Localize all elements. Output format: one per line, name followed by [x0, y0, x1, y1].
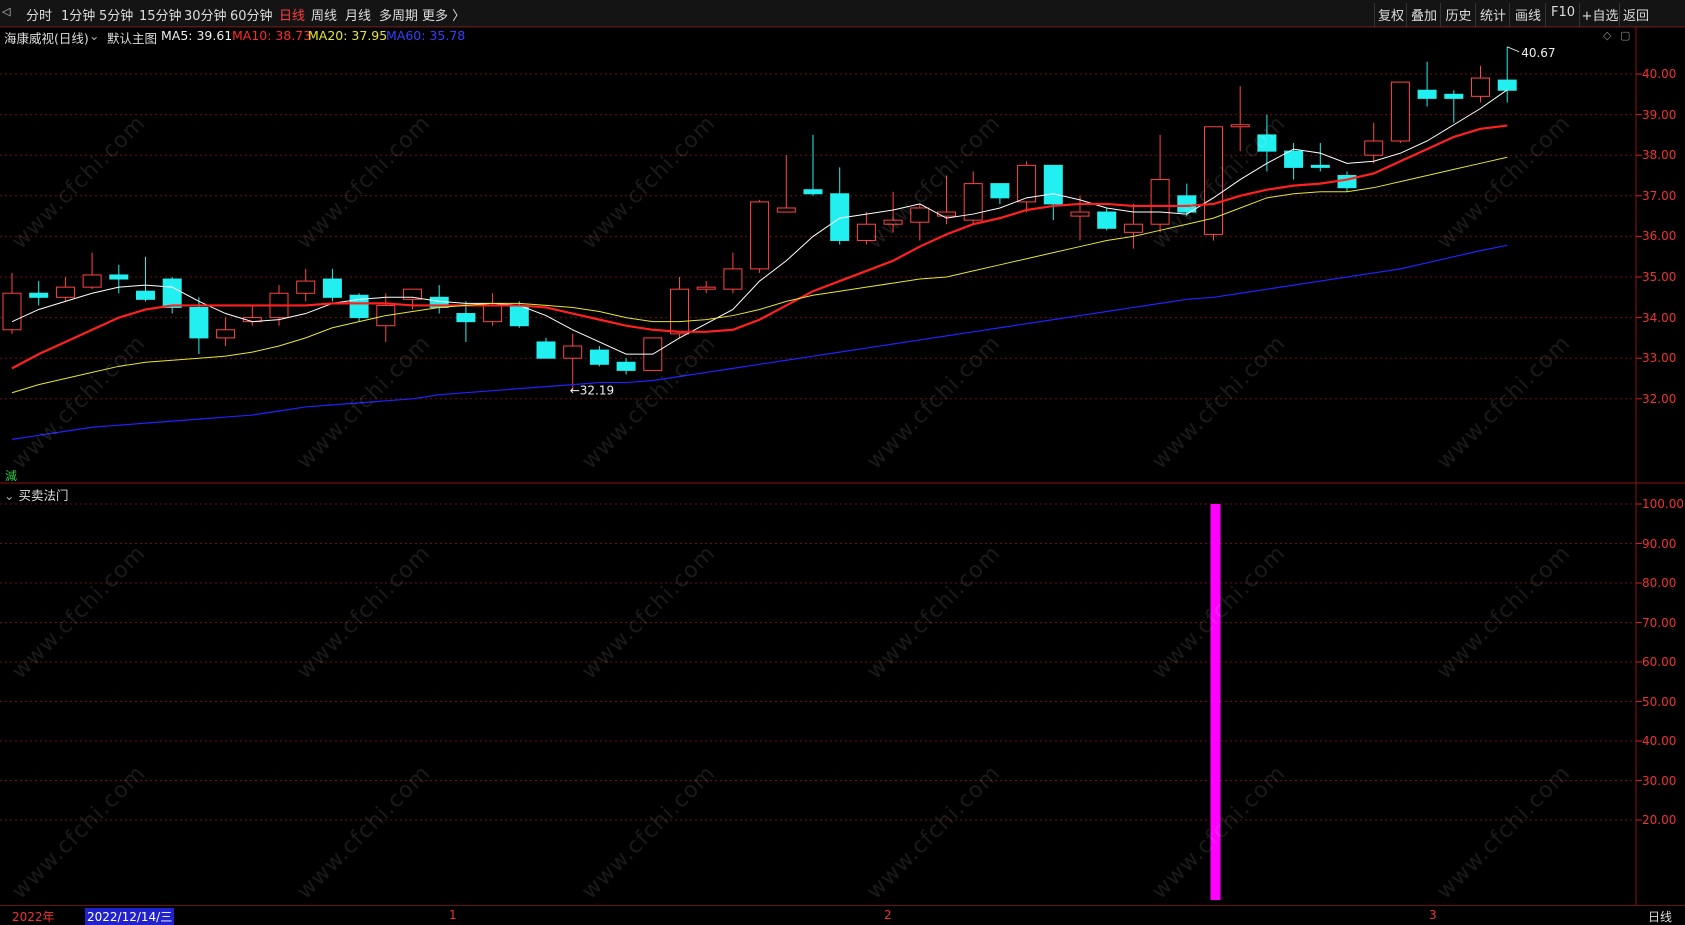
stock-chart[interactable]: 40.67 ←32.19	[0, 0, 1685, 923]
candle-body	[82, 274, 102, 288]
indicator-tick: 50.00	[1642, 694, 1677, 709]
candle-body	[55, 286, 75, 298]
price-tick: 37.00	[1642, 188, 1677, 203]
candle-body	[883, 219, 903, 225]
candle-body	[723, 268, 743, 290]
candle-body	[803, 189, 823, 195]
price-tick: 32.00	[1642, 391, 1677, 406]
month-label-3: 3	[1429, 908, 1437, 922]
candle-body	[1390, 81, 1410, 142]
month-label-2: 2	[884, 908, 892, 922]
candle-body	[322, 278, 342, 298]
candle-body	[1177, 195, 1197, 213]
candle-body	[910, 207, 930, 223]
high-price-label: 40.67	[1521, 46, 1555, 60]
candle-body	[990, 183, 1010, 199]
candle-body	[136, 290, 155, 300]
candle-body	[109, 274, 129, 280]
price-tick: 39.00	[1642, 107, 1677, 122]
price-tick: 33.00	[1642, 351, 1677, 366]
period-label[interactable]: 日线	[1648, 908, 1672, 925]
month-label-1: 1	[449, 908, 457, 922]
candle-body	[1097, 211, 1117, 229]
year-label: 2022年	[12, 910, 55, 924]
high-marker	[1507, 46, 1520, 53]
indicator-tick: 80.00	[1642, 576, 1677, 590]
candle-body	[162, 278, 182, 308]
candle-body	[1364, 140, 1384, 156]
candle-body	[856, 223, 876, 241]
candle-body	[189, 306, 209, 339]
candle-body	[937, 211, 956, 217]
price-tick: 40.00	[1642, 67, 1677, 81]
ma-line-ma60	[11, 244, 1508, 440]
candle-body	[296, 280, 316, 294]
price-tick: 35.00	[1642, 270, 1677, 284]
candle-body	[456, 313, 476, 323]
candle-body	[1043, 164, 1063, 205]
indicator-tick: 30.00	[1642, 773, 1677, 788]
price-tick: 34.00	[1642, 310, 1677, 325]
candle-body	[1284, 150, 1304, 168]
candle-body	[670, 288, 689, 335]
candle-body	[509, 304, 529, 327]
candle-body	[1497, 79, 1517, 91]
candle-body	[2, 292, 22, 331]
ma-line-ma20	[11, 156, 1508, 394]
price-tick: 38.00	[1642, 148, 1677, 163]
candle-body	[1417, 89, 1437, 99]
candle-body	[563, 345, 583, 359]
candle-body	[1310, 164, 1330, 168]
indicator-tick: 70.00	[1642, 615, 1677, 630]
signal-bar	[1210, 504, 1221, 900]
indicator-tick: 40.00	[1642, 734, 1677, 748]
candle-body	[616, 361, 636, 371]
candle-body	[1444, 93, 1464, 99]
candle-body	[483, 304, 503, 323]
indicator-tick: 90.00	[1642, 536, 1677, 551]
candle-body	[1070, 211, 1090, 217]
indicator-tick: 60.00	[1642, 655, 1677, 669]
candle-body	[1471, 77, 1490, 97]
low-price-label: ←32.19	[570, 384, 614, 398]
candle-body	[1123, 223, 1143, 233]
cursor-date: 2022/12/14/三	[85, 908, 175, 925]
candle-body	[589, 349, 609, 365]
candle-body	[1150, 179, 1170, 225]
candle-body	[696, 286, 716, 290]
candle-body	[750, 201, 770, 270]
candle-body	[1230, 124, 1250, 128]
candle-body	[29, 292, 49, 298]
candle-body	[1257, 134, 1277, 152]
indicator-tick: 100.00	[1642, 497, 1684, 511]
date-axis: 2022年 2022/12/14/三 1 2 3 日线	[0, 905, 1685, 925]
indicator-tick: 20.00	[1642, 813, 1677, 827]
candle-body	[536, 341, 556, 359]
candle-body	[776, 207, 796, 213]
price-tick: 36.00	[1642, 229, 1677, 244]
candle-body	[216, 329, 236, 339]
